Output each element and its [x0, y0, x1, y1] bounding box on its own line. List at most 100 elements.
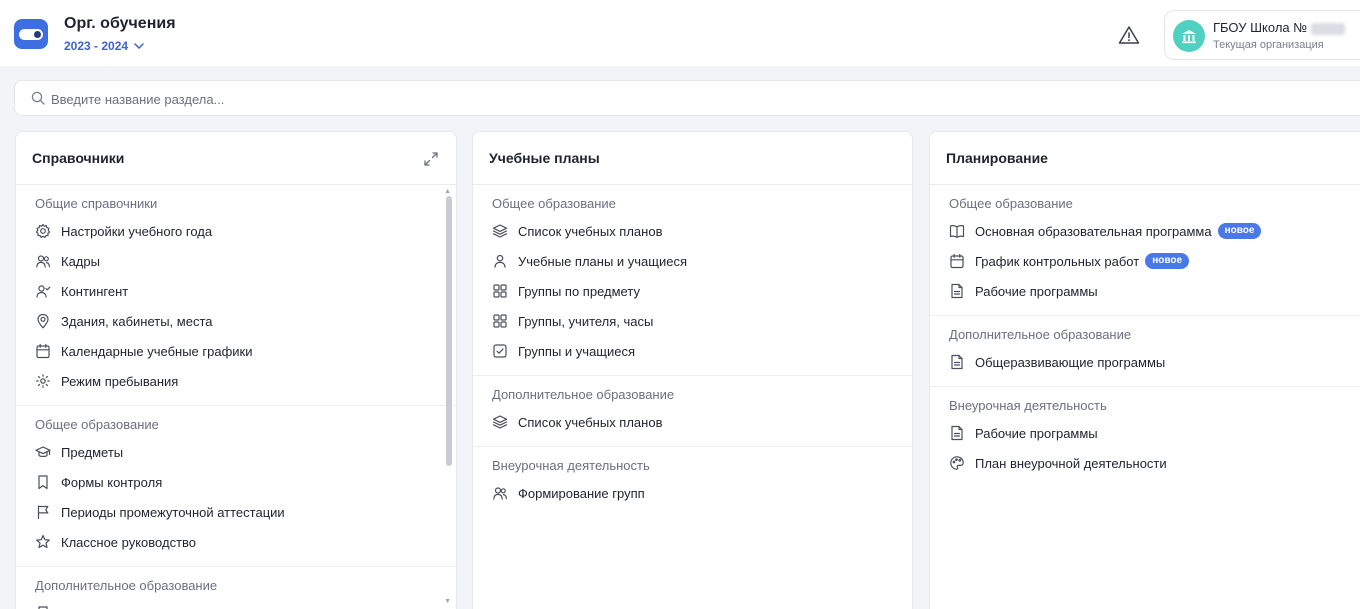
palette-icon: [949, 455, 965, 471]
menu-item[interactable]: Список учебных планов: [473, 216, 912, 246]
gear-icon: [35, 223, 51, 239]
menu-item-label: Периоды промежуточной аттестации: [61, 504, 285, 520]
menu-item[interactable]: Настройки учебного года: [16, 216, 456, 246]
star-icon: [35, 534, 51, 550]
menu-item[interactable]: Режим пребывания: [16, 366, 456, 396]
menu-item[interactable]: Кадры: [16, 246, 456, 276]
panel-references: Справочники Общие справочники Настройки у…: [15, 131, 457, 609]
bookmark-icon: [35, 474, 51, 490]
menu-item[interactable]: Формы контроля: [16, 467, 456, 497]
section-title: Дополнительное образование: [492, 387, 675, 402]
menu-item[interactable]: Рабочие программы: [930, 276, 1360, 306]
menu-item[interactable]: Календарные учебные графики: [16, 336, 456, 366]
calendar-icon: [35, 343, 51, 359]
map-pin-icon: [35, 313, 51, 329]
expand-icon[interactable]: [422, 150, 440, 168]
section-title: Дополнительное образование: [35, 578, 218, 593]
panel-section: Внеурочная деятельность Формирование груп…: [473, 447, 912, 517]
menu-item[interactable]: Здания, кабинеты, места: [16, 306, 456, 336]
menu-item[interactable]: График контрольных работ новое: [930, 246, 1360, 276]
grid-icon: [492, 283, 508, 299]
section-title: Внеурочная деятельность: [492, 458, 650, 473]
panel-section: Общее образование Основная образовательна…: [930, 185, 1360, 316]
menu-item[interactable]: Контингент: [16, 276, 456, 306]
menu-item-label: Кадры: [61, 253, 100, 269]
graduation-cap-icon: [35, 444, 51, 460]
organization-building-icon: [1173, 20, 1205, 52]
app-title: Орг. обучения: [64, 15, 176, 32]
menu-item-label: Формы контроля: [61, 474, 163, 490]
user-check-icon: [35, 283, 51, 299]
bookmark-icon: [35, 605, 51, 609]
menu-item-label: Контингент: [61, 283, 129, 299]
checkbox-icon: [492, 343, 508, 359]
panel-section: Общие справочники Настройки учебного года…: [16, 185, 456, 406]
menu-item[interactable]: Группы, учителя, часы: [473, 306, 912, 336]
panel-body: Общие справочники Настройки учебного года…: [16, 185, 456, 609]
menu-item-label: Настройки учебного года: [61, 223, 213, 239]
menu-item[interactable]: Основная образовательная программа новое: [930, 216, 1360, 246]
current-organization-card[interactable]: ГБОУ Школа № Текущая организация: [1164, 10, 1360, 60]
panel-title: Планирование: [946, 150, 1048, 166]
scrollbar[interactable]: ▲ ▼: [444, 188, 452, 609]
menu-item-label: Календарные учебные графики: [61, 343, 253, 359]
panel-curricula: Учебные планы Общее образование Список уч…: [472, 131, 913, 609]
sun-icon: [35, 373, 51, 389]
panel-section: Общее образование Предметы Формы контроля П…: [16, 406, 456, 567]
panel-body: Общее образование Основная образовательна…: [930, 185, 1360, 487]
file-text-icon: [949, 425, 965, 441]
menu-item-label: Группы по предмету: [518, 283, 640, 299]
organization-name: ГБОУ Школа №: [1213, 20, 1308, 35]
section-title: Внеурочная деятельность: [949, 398, 1107, 413]
menu-item-label: Формы контроля: [61, 606, 162, 609]
menu-item-label: Здания, кабинеты, места: [61, 313, 213, 329]
user-icon: [492, 253, 508, 269]
menu-item-label: Общеразвивающие программы: [975, 354, 1166, 370]
section-title: Общие справочники: [35, 196, 158, 211]
app-header: Орг. обучения 2023 - 2024 ГБОУ Школа № Т…: [0, 0, 1360, 66]
file-text-icon: [949, 354, 965, 370]
menu-item-label: График контрольных работ: [975, 253, 1140, 269]
menu-item-label: Формирование групп: [518, 485, 645, 501]
menu-item-label: Предметы: [61, 444, 124, 460]
panel-body: Общее образование Список учебных планов Уч…: [473, 185, 912, 517]
menu-item-label: Список учебных планов: [518, 223, 663, 239]
search-icon: [31, 91, 45, 105]
menu-item[interactable]: Периоды промежуточной аттестации: [16, 497, 456, 527]
menu-item-label: План внеурочной деятельности: [975, 455, 1167, 471]
panel-title: Учебные планы: [489, 150, 600, 166]
menu-item[interactable]: Формирование групп: [473, 478, 912, 508]
menu-item[interactable]: Группы по предмету: [473, 276, 912, 306]
section-title: Общее образование: [35, 417, 159, 432]
menu-item-label: Основная образовательная программа: [975, 223, 1212, 239]
menu-item[interactable]: Учебные планы и учащиеся: [473, 246, 912, 276]
app-logo-icon: [14, 19, 48, 49]
book-open-icon: [949, 223, 965, 239]
menu-item[interactable]: Список учебных планов: [473, 407, 912, 437]
warning-icon[interactable]: [1118, 25, 1140, 45]
menu-item[interactable]: Классное руководство: [16, 527, 456, 557]
section-title: Дополнительное образование: [949, 327, 1132, 342]
calendar-icon: [949, 253, 965, 269]
panel-title: Справочники: [32, 150, 125, 166]
panel-section: Дополнительное образование Общеразвивающи…: [930, 316, 1360, 387]
menu-item[interactable]: План внеурочной деятельности: [930, 448, 1360, 478]
panel-section: Внеурочная деятельность Рабочие программы…: [930, 387, 1360, 487]
scrollbar-thumb[interactable]: [446, 196, 452, 466]
new-badge: новое: [1217, 223, 1262, 239]
menu-item-label: Группы и учащиеся: [518, 343, 636, 359]
menu-item[interactable]: Группы и учащиеся: [473, 336, 912, 366]
flag-icon: [35, 504, 51, 520]
menu-item[interactable]: Предметы: [16, 437, 456, 467]
academic-year-select[interactable]: 2023 - 2024: [64, 39, 144, 53]
menu-item[interactable]: Рабочие программы: [930, 418, 1360, 448]
layers-icon: [492, 414, 508, 430]
redacted-org-number: [1311, 22, 1346, 35]
new-badge: новое: [1145, 253, 1190, 269]
menu-item[interactable]: Общеразвивающие программы: [930, 347, 1360, 377]
menu-item-label: Рабочие программы: [975, 283, 1098, 299]
menu-item[interactable]: Формы контроля: [16, 598, 456, 609]
users-icon: [492, 485, 508, 501]
search-input[interactable]: [51, 89, 951, 109]
section-title: Общее образование: [949, 196, 1073, 211]
